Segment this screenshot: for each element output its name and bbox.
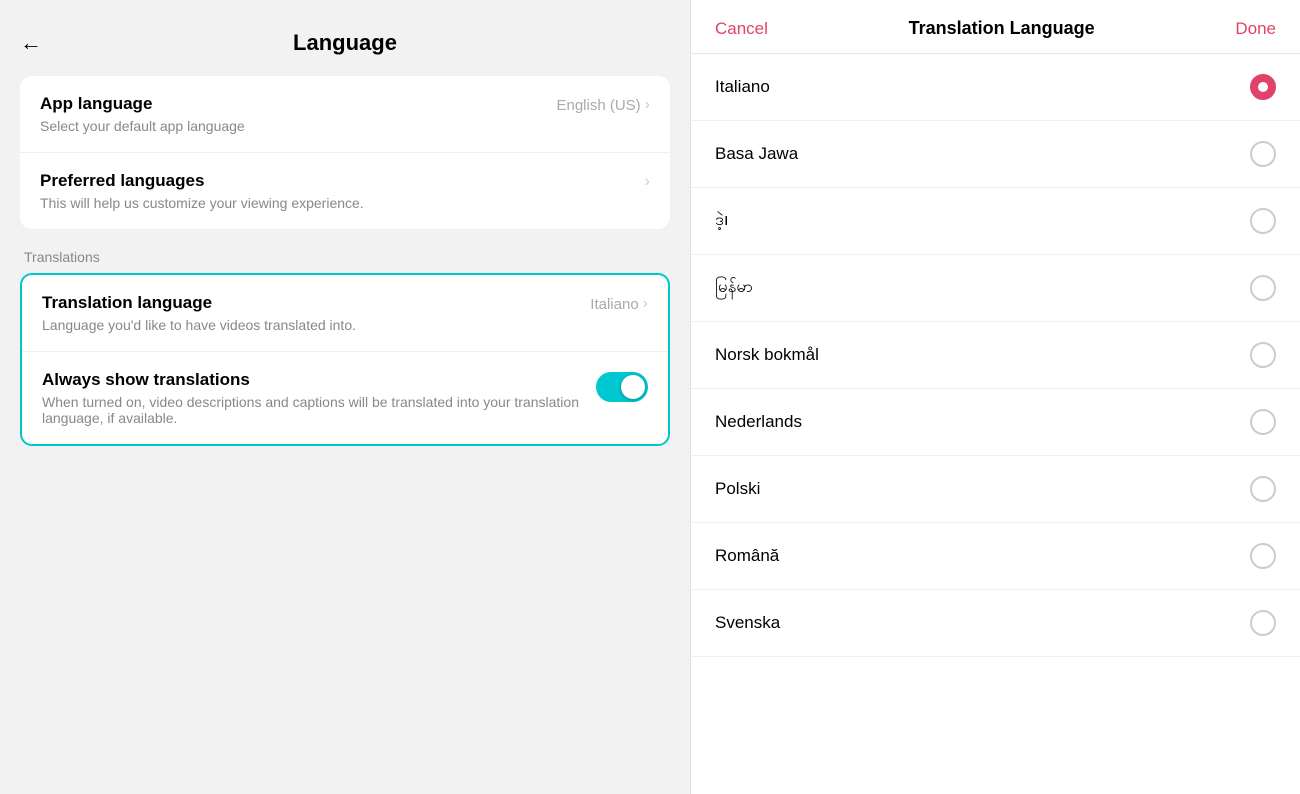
language-name: Norsk bokmål [715, 345, 819, 365]
back-button[interactable]: ← [20, 30, 42, 56]
app-language-value: English (US) › [556, 94, 650, 114]
left-panel: ← Language App language Select your defa… [0, 0, 690, 794]
back-icon: ← [20, 30, 42, 56]
language-name: မြန်မာ [715, 276, 753, 301]
toggle-thumb [621, 375, 645, 399]
app-language-content: App language Select your default app lan… [40, 94, 556, 134]
preferred-languages-subtitle: This will help us customize your viewing… [40, 195, 645, 211]
radio-button[interactable] [1250, 141, 1276, 167]
language-item[interactable]: Italiano [691, 54, 1300, 121]
always-show-translations-row: Always show translations When turned on,… [22, 351, 668, 444]
always-show-translations-toggle-wrapper[interactable] [584, 370, 648, 402]
preferred-languages-content: Preferred languages This will help us cu… [40, 171, 645, 211]
app-language-title: App language [40, 94, 556, 114]
translation-language-subtitle: Language you'd like to have videos trans… [42, 317, 590, 333]
always-show-translations-content: Always show translations When turned on,… [42, 370, 584, 426]
right-panel: Cancel Translation Language Done Italian… [690, 0, 1300, 794]
language-name: Basa Jawa [715, 144, 798, 164]
language-name: Nederlands [715, 412, 802, 432]
language-name: Polski [715, 479, 760, 499]
always-show-translations-subtitle: When turned on, video descriptions and c… [42, 394, 584, 426]
language-item[interactable]: Basa Jawa [691, 121, 1300, 188]
language-item[interactable]: Polski [691, 456, 1300, 523]
language-name: Italiano [715, 77, 770, 97]
app-language-subtitle: Select your default app language [40, 118, 556, 134]
radio-button[interactable] [1250, 342, 1276, 368]
done-button[interactable]: Done [1235, 19, 1276, 39]
language-item[interactable]: မြန်မာ [691, 255, 1300, 322]
right-panel-title: Translation Language [909, 18, 1095, 39]
radio-button[interactable] [1250, 409, 1276, 435]
preferred-languages-row[interactable]: Preferred languages This will help us cu… [20, 152, 670, 229]
language-list: Italiano Basa Jawa ဒဲ့ı မြန်မာ Norsk bokmål N… [691, 54, 1300, 794]
chevron-icon: › [645, 96, 650, 114]
translation-language-value-text: Italiano [590, 296, 638, 313]
app-language-value-text: English (US) [556, 97, 640, 114]
language-name: Svenska [715, 613, 780, 633]
translation-language-title: Translation language [42, 293, 590, 313]
radio-button[interactable] [1250, 275, 1276, 301]
translations-section-label: Translations [20, 249, 670, 265]
language-item[interactable]: Română [691, 523, 1300, 590]
translation-language-value: Italiano › [590, 293, 648, 313]
app-language-row[interactable]: App language Select your default app lan… [20, 76, 670, 152]
chevron-icon-3: › [643, 295, 648, 313]
radio-button[interactable] [1250, 476, 1276, 502]
page-title: Language [293, 30, 397, 56]
right-header: Cancel Translation Language Done [691, 0, 1300, 54]
translation-language-content: Translation language Language you'd like… [42, 293, 590, 333]
radio-button[interactable] [1250, 208, 1276, 234]
language-name: Română [715, 546, 779, 566]
preferred-languages-chevron: › [645, 171, 650, 191]
cancel-button[interactable]: Cancel [715, 19, 768, 39]
radio-button[interactable] [1250, 74, 1276, 100]
preferred-languages-title: Preferred languages [40, 171, 645, 191]
app-language-card: App language Select your default app lan… [20, 76, 670, 229]
translation-language-row[interactable]: Translation language Language you'd like… [22, 275, 668, 351]
language-item[interactable]: Norsk bokmål [691, 322, 1300, 389]
language-name: ဒဲ့ı [715, 209, 729, 234]
language-item[interactable]: ဒဲ့ı [691, 188, 1300, 255]
chevron-icon-2: › [645, 173, 650, 191]
always-show-translations-title: Always show translations [42, 370, 584, 390]
left-header: ← Language [20, 20, 670, 76]
radio-button[interactable] [1250, 543, 1276, 569]
radio-button[interactable] [1250, 610, 1276, 636]
language-item[interactable]: Svenska [691, 590, 1300, 657]
always-show-translations-toggle[interactable] [596, 372, 648, 402]
language-item[interactable]: Nederlands [691, 389, 1300, 456]
translations-card: Translation language Language you'd like… [20, 273, 670, 446]
